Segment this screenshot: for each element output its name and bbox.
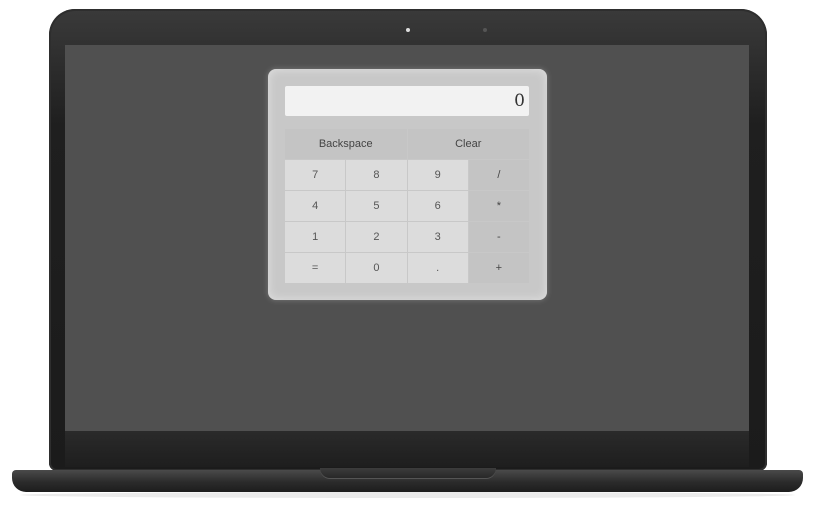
equals-button[interactable]: = xyxy=(285,253,346,283)
key-7-button[interactable]: 7 xyxy=(285,160,346,190)
key-6-button[interactable]: 6 xyxy=(407,191,468,221)
key-0-button[interactable]: 0 xyxy=(346,253,407,283)
key-1-button[interactable]: 1 xyxy=(285,222,346,252)
calculator: 0 Backspace Clear 7 8 9 / 4 5 6 * 1 2 3 … xyxy=(268,69,547,300)
calculator-keypad: Backspace Clear 7 8 9 / 4 5 6 * 1 2 3 - … xyxy=(285,129,529,283)
key-3-button[interactable]: 3 xyxy=(407,222,468,252)
calculator-display: 0 xyxy=(285,86,529,116)
key-8-button[interactable]: 8 xyxy=(346,160,407,190)
screen-bezel xyxy=(65,431,749,467)
key-2-button[interactable]: 2 xyxy=(346,222,407,252)
laptop-shadow xyxy=(20,492,795,498)
subtract-button[interactable]: - xyxy=(468,222,529,252)
key-9-button[interactable]: 9 xyxy=(407,160,468,190)
key-5-button[interactable]: 5 xyxy=(346,191,407,221)
backspace-button[interactable]: Backspace xyxy=(285,129,407,159)
multiply-button[interactable]: * xyxy=(468,191,529,221)
divide-button[interactable]: / xyxy=(468,160,529,190)
lid-opening-notch xyxy=(320,468,496,479)
add-button[interactable]: + xyxy=(468,253,529,283)
decimal-button[interactable]: . xyxy=(407,253,468,283)
clear-button[interactable]: Clear xyxy=(407,129,529,159)
key-4-button[interactable]: 4 xyxy=(285,191,346,221)
camera-light-icon xyxy=(483,28,487,32)
webcam-icon xyxy=(406,28,410,32)
laptop-mockup: 0 Backspace Clear 7 8 9 / 4 5 6 * 1 2 3 … xyxy=(0,0,815,506)
